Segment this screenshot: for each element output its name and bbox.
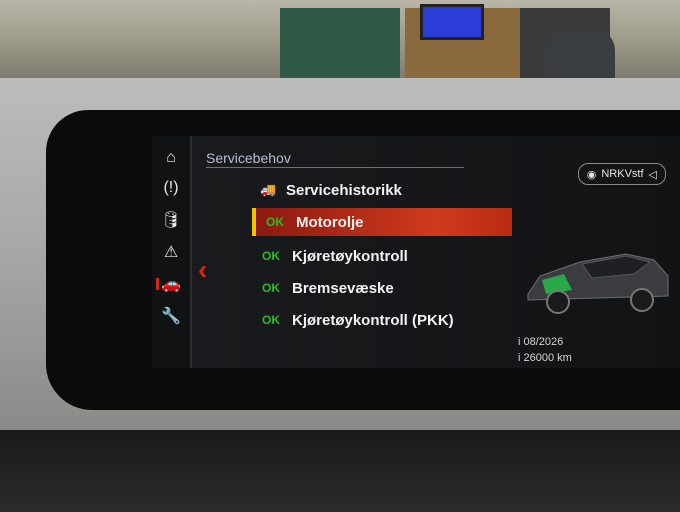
status-ok-badge: OK (262, 249, 280, 263)
menu-item-brake-fluid[interactable]: OK Bremsevæske (252, 274, 508, 302)
wrench-icon[interactable]: 🔧 (156, 304, 186, 328)
back-chevron-icon[interactable]: ‹ (198, 254, 207, 286)
warning-triangle-icon[interactable]: ⚠ (156, 240, 186, 264)
menu-item-periodic-inspection[interactable]: OK Kjøretøykontroll (PKK) (252, 306, 508, 334)
title-divider (206, 167, 464, 168)
side-navigation: ⌂ (!) 🛢 ⚠ 🚗 🔧 (152, 136, 192, 368)
menu-item-label: Motorolje (296, 213, 364, 231)
menu-item-label: Servicehistorikk (286, 181, 402, 199)
menu-item-engine-oil[interactable]: OK Motorolje (252, 208, 512, 236)
menu-item-service-history[interactable]: 🚚 Servicehistorikk (252, 176, 516, 204)
status-ok-badge: OK (262, 313, 280, 327)
home-icon[interactable]: ⌂ (156, 146, 186, 170)
vehicle-illustration (527, 253, 669, 314)
background-monitor (420, 4, 484, 40)
menu-item-label: Bremsevæske (292, 279, 394, 297)
menu-item-label: Kjøretøykontroll (PKK) (292, 311, 454, 329)
page-title: Servicebehov (206, 150, 291, 166)
radio-icon: ◉ (586, 168, 597, 181)
speaker-icon: ◁ (648, 168, 657, 181)
lower-dashboard (0, 430, 680, 512)
service-due-date: i 08/2026 (518, 336, 564, 348)
infotainment-screen: ⌂ (!) 🛢 ⚠ 🚗 🔧 Servicebehov ‹ 🚚 Servicehi… (152, 136, 680, 368)
media-source-label: NRKVstf (601, 168, 644, 180)
tire-pressure-icon[interactable]: (!) (156, 176, 186, 200)
menu-item-vehicle-check[interactable]: OK Kjøretøykontroll (252, 242, 508, 270)
status-ok-badge: OK (266, 215, 284, 229)
oil-can-icon[interactable]: 🛢 (156, 208, 186, 232)
service-history-icon: 🚚 (260, 182, 277, 197)
menu-item-label: Kjøretøykontroll (292, 247, 408, 265)
tool-wall (280, 8, 400, 78)
car-service-icon[interactable]: 🚗 (156, 272, 186, 296)
service-panel: Servicebehov ‹ 🚚 Servicehistorikk OK Mot… (192, 136, 680, 368)
media-source-pill[interactable]: ◉ NRKVstf ◁ (577, 163, 666, 185)
status-ok-badge: OK (262, 281, 280, 295)
service-due-distance: i 26000 km (518, 352, 572, 364)
